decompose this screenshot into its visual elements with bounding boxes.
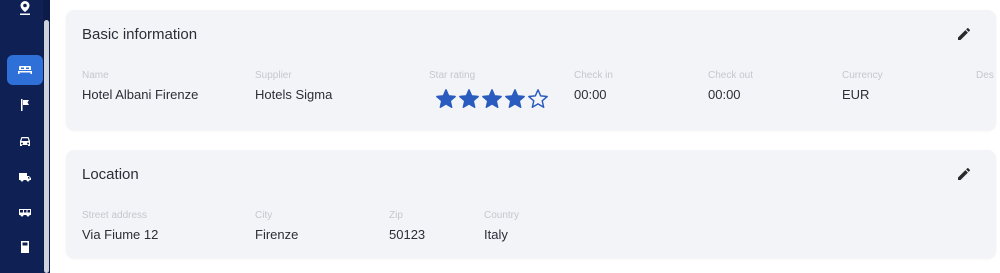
field-value: 00:00 <box>708 87 741 102</box>
nav-buses[interactable] <box>7 197 43 227</box>
field-check-out: Check out 00:00 <box>708 70 753 102</box>
truck-icon <box>19 173 31 182</box>
field-name: Name Hotel Albani Firenze <box>82 70 198 102</box>
nav-activities[interactable] <box>7 90 43 120</box>
main-content: Basic information Name Hotel Albani Fire… <box>50 0 1000 273</box>
field-value: Firenze <box>255 227 299 242</box>
field-label: Country <box>484 210 520 221</box>
field-street-address: Street address Via Fiume 12 <box>82 210 158 242</box>
nav-documents[interactable] <box>7 232 43 262</box>
field-label: Name <box>82 70 109 81</box>
field-value: Italy <box>484 227 508 242</box>
card-title: Basic information <box>82 26 198 43</box>
field-label: Check in <box>574 70 613 81</box>
field-label: Star rating <box>429 70 476 81</box>
pin-icon[interactable] <box>7 0 43 16</box>
field-value: 50123 <box>389 227 426 242</box>
field-label: City <box>255 210 273 221</box>
field-label: Street address <box>82 210 148 221</box>
bus-icon <box>19 209 31 217</box>
field-value: EUR <box>842 87 870 102</box>
field-supplier: Supplier Hotels Sigma <box>255 70 332 102</box>
star-filled-icon <box>435 88 457 110</box>
field-city: City Firenze <box>255 210 298 242</box>
field-description: Des <box>976 70 996 81</box>
car-icon <box>20 137 30 146</box>
field-currency: Currency EUR <box>842 70 883 102</box>
nav-cars[interactable] <box>7 126 43 156</box>
star-empty-icon <box>527 88 549 110</box>
edit-basic-information-button[interactable] <box>952 22 976 46</box>
star-filled-icon <box>481 88 503 110</box>
field-label: Supplier <box>255 70 292 81</box>
field-label: Check out <box>708 70 754 81</box>
field-value: Via Fiume 12 <box>82 227 159 242</box>
field-value: 00:00 <box>574 87 607 102</box>
field-zip: Zip 50123 <box>389 210 425 242</box>
field-label: Des <box>976 70 994 81</box>
hotel-bed-icon <box>18 66 32 74</box>
location-card: Location Street address Via Fiume 12 Cit… <box>66 150 996 258</box>
nav-transfers[interactable] <box>7 161 43 191</box>
pencil-icon <box>958 167 971 180</box>
field-country: Country Italy <box>484 210 519 242</box>
field-value: Hotel Albani Firenze <box>82 87 199 102</box>
field-check-in: Check in 00:00 <box>574 70 613 102</box>
field-value: Hotels Sigma <box>255 87 333 102</box>
basic-information-card: Basic information Name Hotel Albani Fire… <box>66 10 996 130</box>
sidebar <box>0 0 50 273</box>
flag-icon <box>21 99 29 111</box>
field-label: Zip <box>389 210 403 221</box>
field-star-rating: Star rating <box>429 70 475 81</box>
star-filled-icon <box>504 88 526 110</box>
sidebar-scroll-thumb[interactable] <box>44 20 49 273</box>
card-title: Location <box>82 166 139 183</box>
nav-hotels[interactable] <box>7 55 43 85</box>
field-label: Currency <box>842 70 883 81</box>
book-icon <box>21 241 29 253</box>
star-filled-icon <box>458 88 480 110</box>
edit-location-button[interactable] <box>952 162 976 186</box>
star-rating <box>435 88 549 110</box>
pencil-icon <box>958 27 971 40</box>
